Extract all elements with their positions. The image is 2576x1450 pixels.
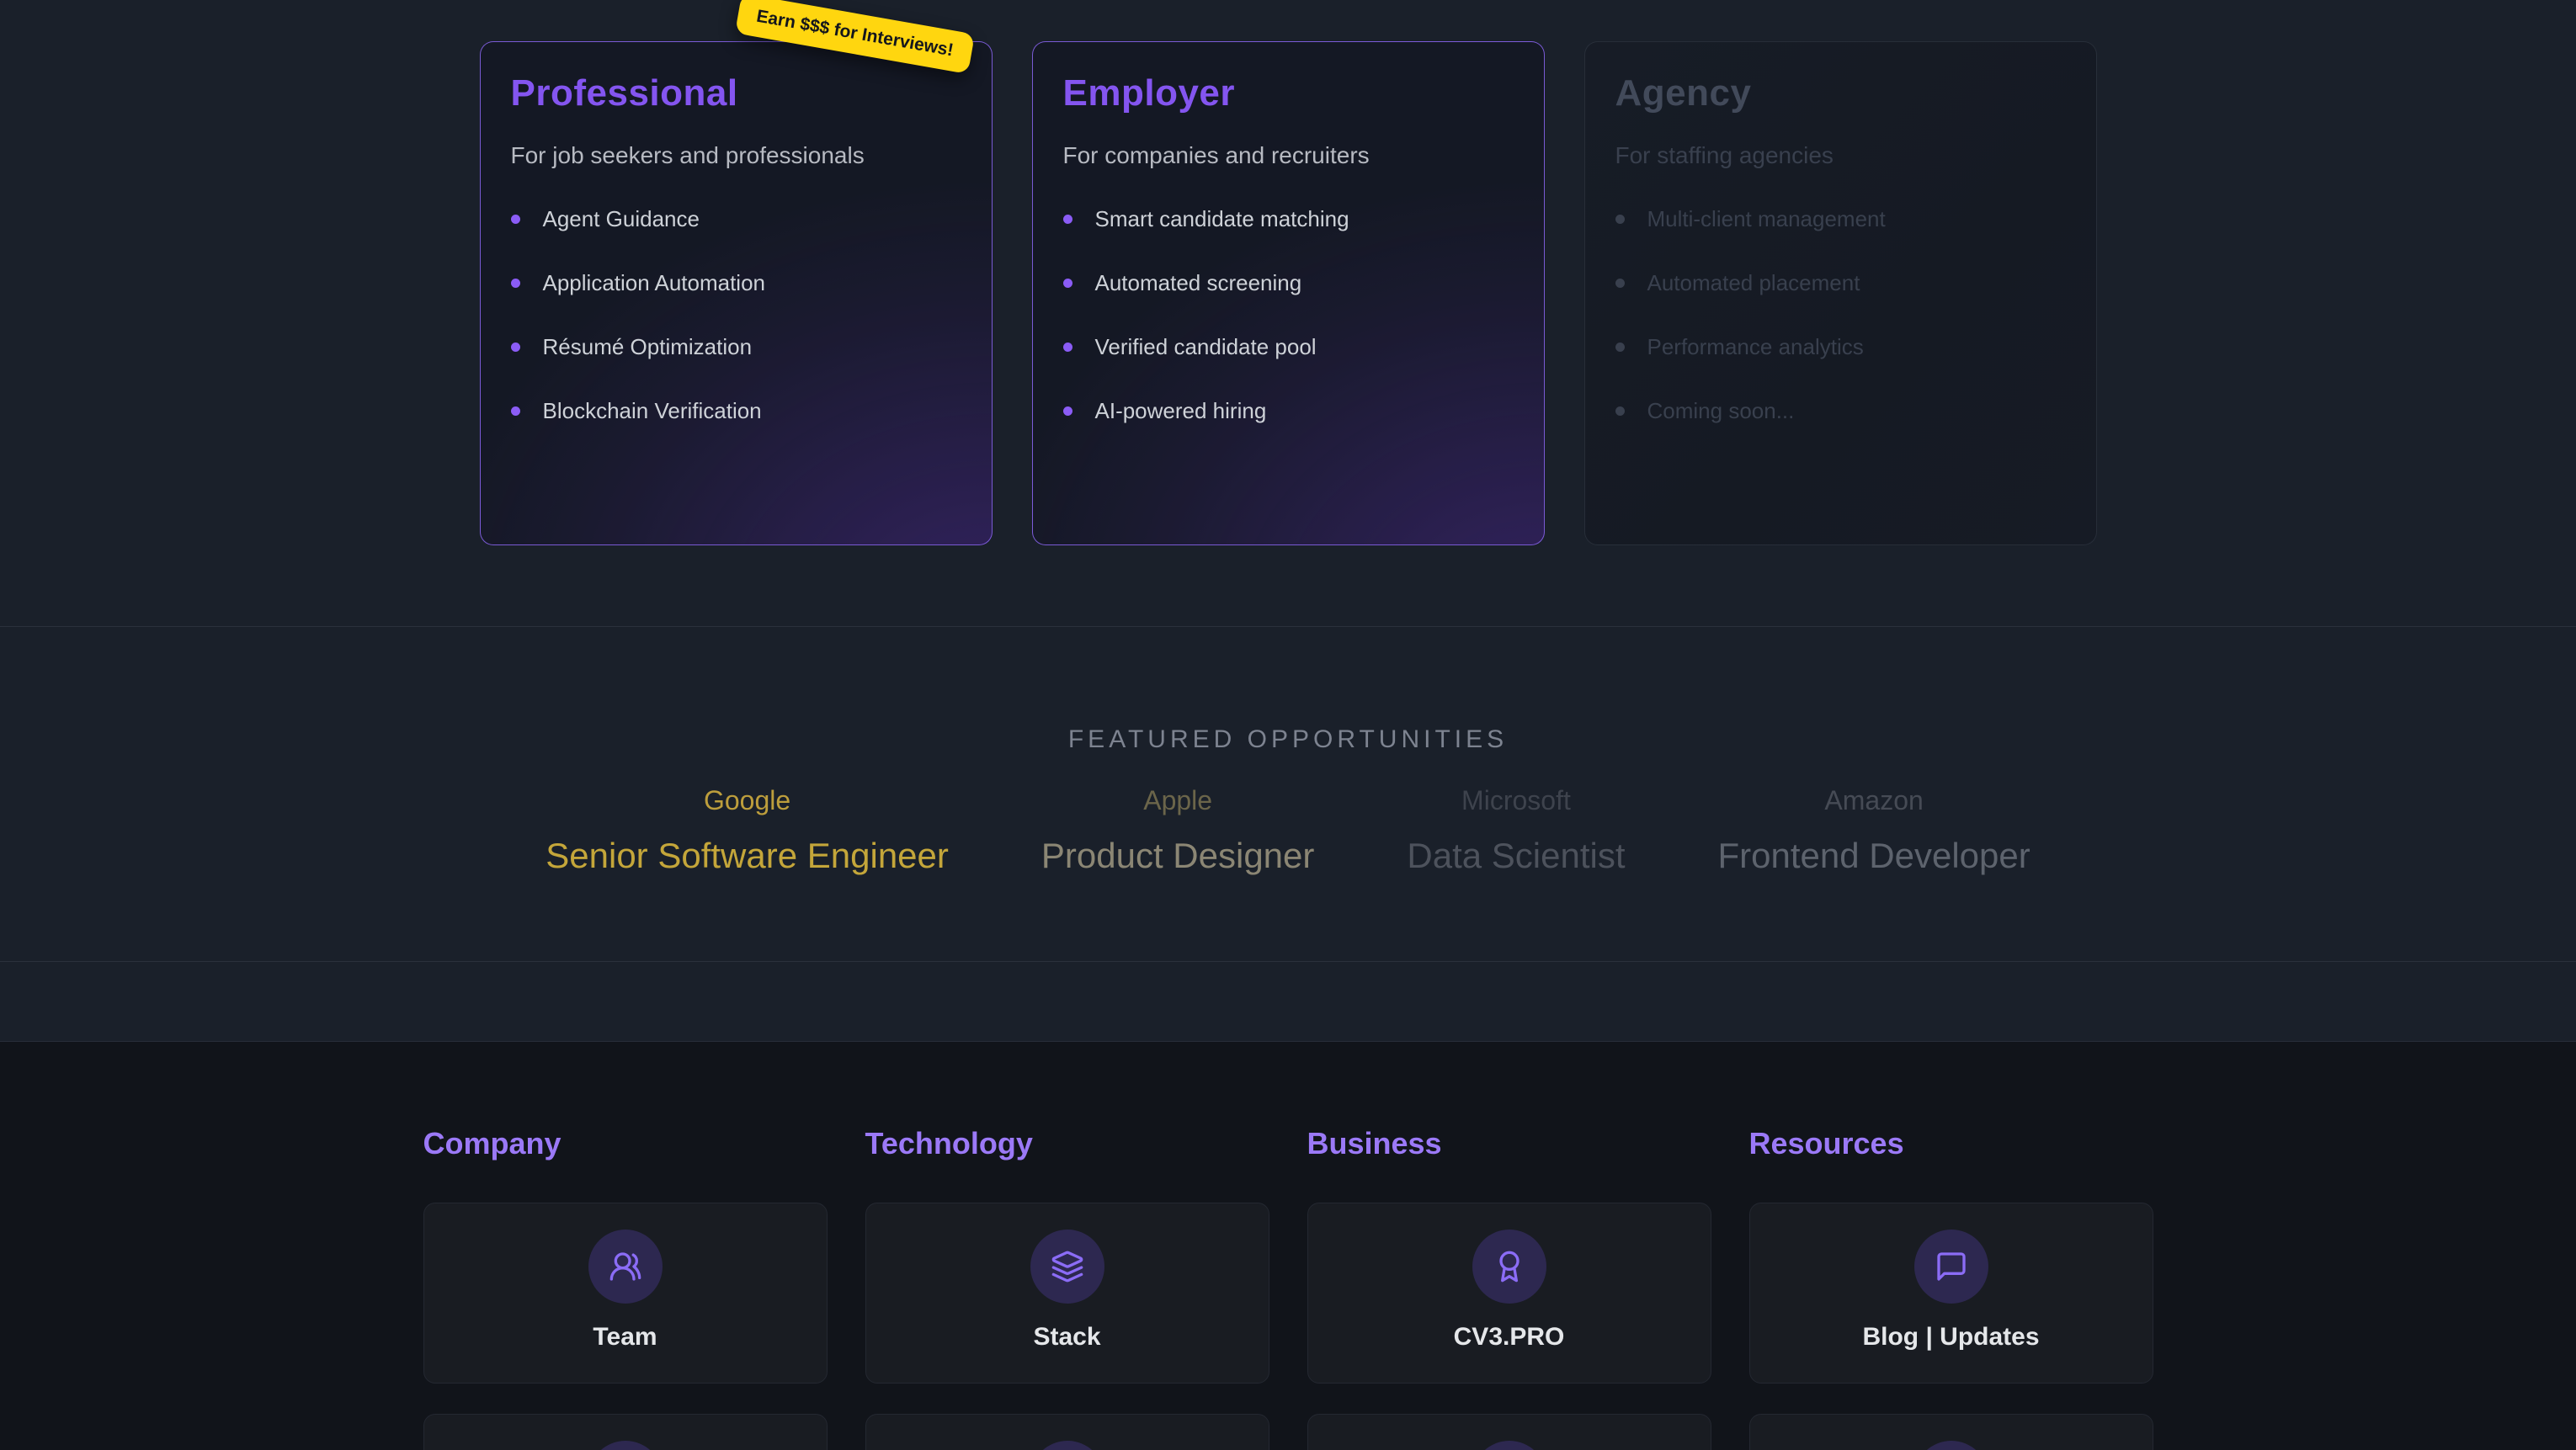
layers-icon bbox=[1030, 1230, 1104, 1304]
plan-title: Employer bbox=[1063, 72, 1514, 114]
plan-subtitle: For staffing agencies bbox=[1615, 142, 2066, 169]
featured-heading: FEATURED OPPORTUNITIES bbox=[0, 725, 2576, 754]
footer-card-partial[interactable] bbox=[865, 1414, 1269, 1450]
footer-card-partial[interactable] bbox=[1749, 1414, 2153, 1450]
icon-circle bbox=[1030, 1441, 1104, 1450]
chat-bubble-icon bbox=[1914, 1230, 1988, 1304]
spacer-section bbox=[0, 962, 2576, 1042]
plan-feature-label: AI-powered hiring bbox=[1095, 398, 1267, 424]
plan-feature: Agent Guidance bbox=[511, 206, 961, 232]
icon-circle bbox=[588, 1441, 663, 1450]
plan-feature: Multi-client management bbox=[1615, 206, 2066, 232]
plans-section: Earn $$$ for Interviews! Professional Fo… bbox=[0, 0, 2576, 627]
footer-heading: Resources bbox=[1749, 1126, 2153, 1161]
plan-feature-label: Verified candidate pool bbox=[1095, 334, 1317, 360]
bullet-dot-icon bbox=[1615, 343, 1625, 352]
plan-feature-label: Performance analytics bbox=[1647, 334, 1864, 360]
landing-page: Earn $$$ for Interviews! Professional Fo… bbox=[0, 0, 2576, 1450]
bullet-dot-icon bbox=[1615, 215, 1625, 224]
plan-feature: Automated screening bbox=[1063, 270, 1514, 296]
plan-feature-label: Automated screening bbox=[1095, 270, 1302, 296]
bullet-dot-icon bbox=[1063, 343, 1072, 352]
plan-title: Professional bbox=[511, 72, 961, 114]
job-item-google[interactable]: Google Senior Software Engineer bbox=[546, 785, 949, 876]
footer-card-label: CV3.PRO bbox=[1454, 1323, 1565, 1352]
plan-card-professional[interactable]: Earn $$$ for Interviews! Professional Fo… bbox=[480, 41, 993, 545]
job-title: Frontend Developer bbox=[1718, 836, 2030, 876]
footer-column-resources: Resources Blog | Updates bbox=[1749, 1126, 2153, 1450]
plan-feature-label: Coming soon... bbox=[1647, 398, 1795, 424]
plan-feature: Performance analytics bbox=[1615, 334, 2066, 360]
footer-card-label: Team bbox=[593, 1323, 657, 1352]
plan-feature-list: Agent Guidance Application Automation Ré… bbox=[511, 206, 961, 424]
footer-columns: Company Team Technology Stack bbox=[423, 1126, 2153, 1450]
footer-card-cv3pro[interactable]: CV3.PRO bbox=[1307, 1203, 1711, 1384]
job-item-apple[interactable]: Apple Product Designer bbox=[1041, 785, 1315, 876]
bullet-dot-icon bbox=[511, 215, 520, 224]
plan-card-agency: Agency For staffing agencies Multi-clien… bbox=[1584, 41, 2097, 545]
plan-feature-label: Résumé Optimization bbox=[543, 334, 753, 360]
plan-feature: Verified candidate pool bbox=[1063, 334, 1514, 360]
job-company: Amazon bbox=[1718, 785, 2030, 816]
footer-heading: Company bbox=[423, 1126, 828, 1161]
users-icon bbox=[588, 1230, 663, 1304]
plan-feature-label: Multi-client management bbox=[1647, 206, 1886, 232]
plan-feature-label: Agent Guidance bbox=[543, 206, 700, 232]
bullet-dot-icon bbox=[511, 343, 520, 352]
footer-card-partial[interactable] bbox=[1307, 1414, 1711, 1450]
job-company: Apple bbox=[1041, 785, 1315, 816]
plan-feature-label: Smart candidate matching bbox=[1095, 206, 1349, 232]
featured-section: FEATURED OPPORTUNITIES Google Senior Sof… bbox=[0, 627, 2576, 962]
plan-card-employer[interactable]: Employer For companies and recruiters Sm… bbox=[1032, 41, 1545, 545]
plan-feature: AI-powered hiring bbox=[1063, 398, 1514, 424]
icon-circle bbox=[1472, 1441, 1546, 1450]
job-item-microsoft[interactable]: Microsoft Data Scientist bbox=[1407, 785, 1625, 876]
icon-circle bbox=[1914, 1441, 1988, 1450]
bullet-dot-icon bbox=[1063, 279, 1072, 288]
plan-feature: Smart candidate matching bbox=[1063, 206, 1514, 232]
plan-feature: Application Automation bbox=[511, 270, 961, 296]
bullet-dot-icon bbox=[1063, 215, 1072, 224]
job-title: Data Scientist bbox=[1407, 836, 1625, 876]
footer-card-label: Blog | Updates bbox=[1862, 1323, 2039, 1352]
footer-heading: Business bbox=[1307, 1126, 1711, 1161]
job-company: Microsoft bbox=[1407, 785, 1625, 816]
bullet-dot-icon bbox=[1615, 406, 1625, 416]
footer-column-technology: Technology Stack bbox=[865, 1126, 1269, 1450]
plan-feature: Résumé Optimization bbox=[511, 334, 961, 360]
plans-row: Earn $$$ for Interviews! Professional Fo… bbox=[0, 0, 2576, 545]
job-title: Senior Software Engineer bbox=[546, 836, 949, 876]
plan-subtitle: For job seekers and professionals bbox=[511, 142, 961, 169]
plan-feature: Blockchain Verification bbox=[511, 398, 961, 424]
featured-jobs-row: Google Senior Software Engineer Apple Pr… bbox=[0, 785, 2576, 876]
footer-card-stack[interactable]: Stack bbox=[865, 1203, 1269, 1384]
bullet-dot-icon bbox=[1615, 279, 1625, 288]
job-company: Google bbox=[546, 785, 949, 816]
bullet-dot-icon bbox=[1063, 406, 1072, 416]
footer-card-partial[interactable] bbox=[423, 1414, 828, 1450]
footer-column-business: Business CV3.PRO bbox=[1307, 1126, 1711, 1450]
plan-feature-list: Multi-client management Automated placem… bbox=[1615, 206, 2066, 424]
footer-heading: Technology bbox=[865, 1126, 1269, 1161]
plan-title: Agency bbox=[1615, 72, 2066, 114]
bullet-dot-icon bbox=[511, 406, 520, 416]
award-icon bbox=[1472, 1230, 1546, 1304]
footer-card-team[interactable]: Team bbox=[423, 1203, 828, 1384]
plan-subtitle: For companies and recruiters bbox=[1063, 142, 1514, 169]
job-item-amazon[interactable]: Amazon Frontend Developer bbox=[1718, 785, 2030, 876]
plan-feature: Coming soon... bbox=[1615, 398, 2066, 424]
plan-feature-list: Smart candidate matching Automated scree… bbox=[1063, 206, 1514, 424]
job-title: Product Designer bbox=[1041, 836, 1315, 876]
plan-feature: Automated placement bbox=[1615, 270, 2066, 296]
footer: Company Team Technology Stack bbox=[0, 1042, 2576, 1450]
plan-feature-label: Blockchain Verification bbox=[543, 398, 762, 424]
footer-card-label: Stack bbox=[1033, 1323, 1100, 1352]
plan-feature-label: Application Automation bbox=[543, 270, 766, 296]
promo-badge: Earn $$$ for Interviews! bbox=[735, 0, 975, 74]
footer-card-blog[interactable]: Blog | Updates bbox=[1749, 1203, 2153, 1384]
bullet-dot-icon bbox=[511, 279, 520, 288]
plan-feature-label: Automated placement bbox=[1647, 270, 1860, 296]
footer-column-company: Company Team bbox=[423, 1126, 828, 1450]
